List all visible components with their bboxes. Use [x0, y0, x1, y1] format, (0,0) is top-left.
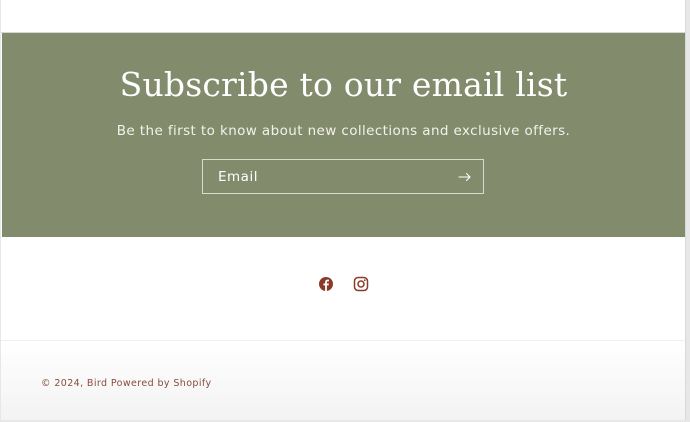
email-input[interactable]: Email [202, 159, 484, 194]
newsletter-subtitle: Be the first to know about new collectio… [116, 123, 571, 139]
facebook-icon[interactable] [317, 275, 335, 293]
newsletter-section: Subscribe to our email list Be the first… [2, 33, 685, 237]
newsletter-title: Subscribe to our email list [119, 65, 568, 104]
arrow-right-icon[interactable] [457, 169, 473, 185]
page: Subscribe to our email list Be the first… [1, 0, 686, 420]
social-links [1, 275, 685, 293]
instagram-icon[interactable] [352, 275, 370, 293]
email-placeholder: Email [218, 169, 258, 185]
copyright-text[interactable]: © 2024, Bird Powered by Shopify [41, 378, 212, 389]
